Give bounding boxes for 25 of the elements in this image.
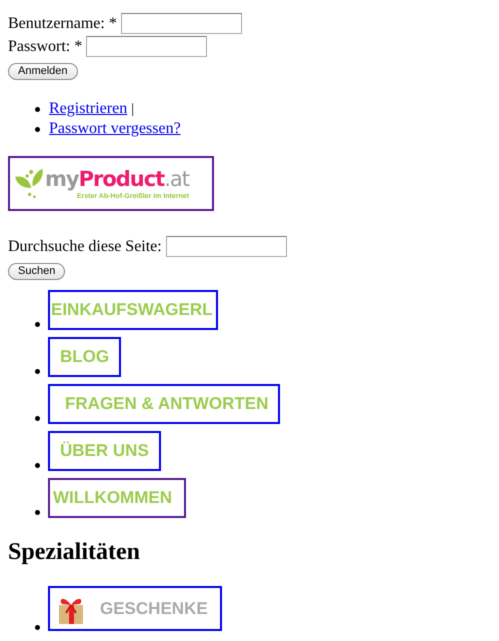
section-heading: Spezialitäten [8,538,141,566]
separator: | [131,100,134,118]
bullet [35,106,40,112]
password-label: Passwort: * [8,38,82,54]
bullet [35,625,40,630]
nav-link[interactable]: EINKAUFSWAGERL [48,290,218,330]
bullet [35,369,40,374]
nav-link[interactable]: FRAGEN & ANTWORTEN [48,384,280,424]
nav-link[interactable]: BLOG [48,337,122,377]
username-field[interactable] [120,13,242,34]
category-link[interactable]: GESCHENKE [48,586,222,631]
logo-wordmark: myProduct.at [45,166,190,192]
login-button[interactable]: Anmelden [8,63,78,80]
search-label: Durchsuche diese Seite: [8,238,162,254]
bullet [35,463,40,468]
nav-link[interactable]: ÜBER UNS [48,431,161,471]
password-field[interactable] [86,36,208,57]
bullet [35,510,40,515]
bullet [35,416,40,421]
search-field[interactable] [166,236,287,257]
bullet [35,322,40,327]
username-label: Benutzername: * [8,16,117,32]
search-button[interactable]: Suchen [8,263,66,280]
bullet [35,126,40,132]
nav-link[interactable]: WILLKOMMEN [48,478,186,518]
